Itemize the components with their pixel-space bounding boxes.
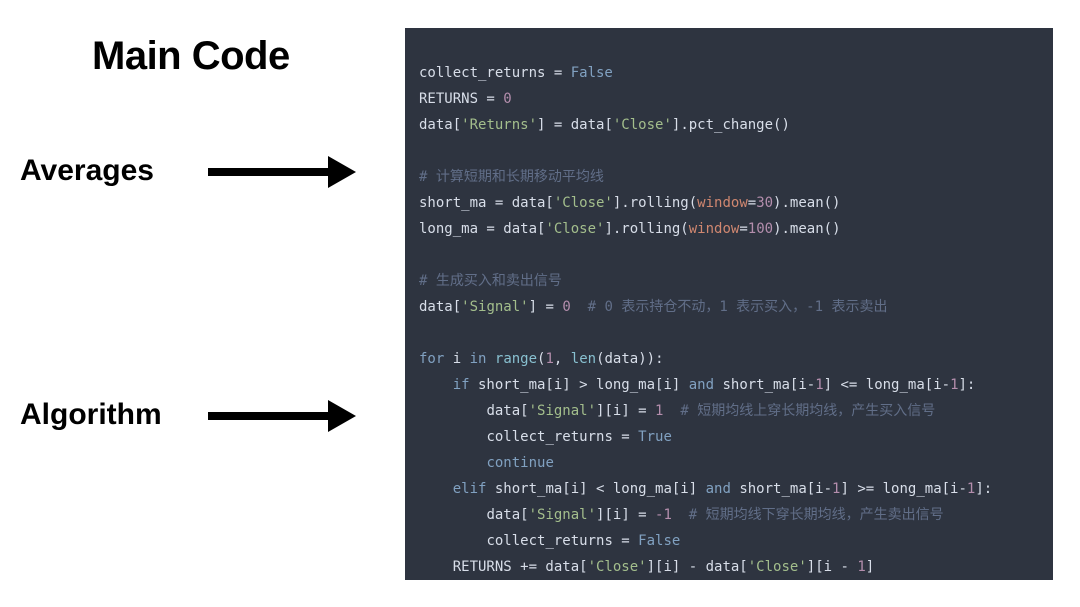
- code-line: RETURNS = 0: [419, 91, 512, 107]
- code-line: RETURNS += data['Close'][i] - data['Clos…: [419, 559, 874, 575]
- code-line: # 计算短期和长期移动平均线: [419, 169, 604, 185]
- code-line: collect_returns = False: [419, 65, 613, 81]
- code-line: continue: [419, 455, 554, 471]
- code-line: collect_returns = False: [419, 533, 680, 549]
- code-line: if short_ma[i] > long_ma[i] and short_ma…: [419, 377, 975, 393]
- code-panel: collect_returns = False RETURNS = 0 data…: [405, 28, 1053, 580]
- title-label: Main Code: [92, 34, 290, 79]
- code-line: # 生成买入和卖出信号: [419, 273, 562, 289]
- code-line: data['Returns'] = data['Close'].pct_chan…: [419, 117, 790, 133]
- code-line: long_ma = data['Close'].rolling(window=1…: [419, 221, 841, 237]
- code-line: collect_returns = True: [419, 429, 672, 445]
- code-line: for i in range(1, len(data)):: [419, 351, 664, 367]
- arrow-algorithm: [208, 400, 356, 432]
- averages-label: Averages: [20, 154, 154, 188]
- arrow-averages: [208, 156, 356, 188]
- code-line: elif short_ma[i] < long_ma[i] and short_…: [419, 481, 992, 497]
- code-line: data['Signal'][i] = 1 # 短期均线上穿长期均线，产生买入信…: [419, 403, 935, 419]
- code-line: data['Signal'] = 0 # 0 表示持仓不动，1 表示买入，-1 …: [419, 299, 887, 315]
- code-line: short_ma = data['Close'].rolling(window=…: [419, 195, 840, 211]
- code-line: data['Signal'][i] = -1 # 短期均线下穿长期均线，产生卖出…: [419, 507, 944, 523]
- algorithm-label: Algorithm: [20, 398, 162, 432]
